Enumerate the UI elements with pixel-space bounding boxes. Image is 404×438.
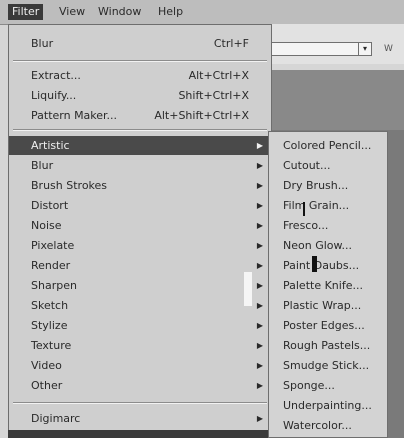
menu-item-video[interactable]: Video ▶ xyxy=(9,356,271,375)
menu-item-render[interactable]: Render ▶ xyxy=(9,256,271,275)
submenu-arrow-icon: ▶ xyxy=(256,241,263,250)
menu-item-label: Pixelate xyxy=(31,239,75,252)
menu-item-distort[interactable]: Distort ▶ xyxy=(9,196,271,215)
submenu-arrow-icon: ▶ xyxy=(256,181,263,190)
text-cursor-icon xyxy=(303,202,305,216)
menu-item-label: Texture xyxy=(31,339,72,352)
menu-item-shortcut: Ctrl+F xyxy=(213,37,249,50)
menu-item-label: Other xyxy=(31,379,63,392)
menu-item-noise[interactable]: Noise ▶ xyxy=(9,216,271,235)
menu-item-blur[interactable]: Blur ▶ xyxy=(9,156,271,175)
menu-item-sketch[interactable]: Sketch ▶ xyxy=(9,296,271,315)
menu-item-liquify[interactable]: Liquify... Shift+Ctrl+X xyxy=(9,86,271,105)
chevron-down-icon[interactable]: ▾ xyxy=(358,43,371,55)
menu-item-label: Artistic xyxy=(31,139,70,152)
menu-item-digimarc[interactable]: Digimarc ▶ xyxy=(9,409,271,428)
submenu-item-palette-knife[interactable]: Palette Knife... xyxy=(283,276,363,296)
submenu-arrow-icon: ▶ xyxy=(256,221,263,230)
submenu-arrow-icon: ▶ xyxy=(256,141,263,150)
menu-item-label: Sketch xyxy=(31,299,69,312)
menu-help[interactable]: Help xyxy=(154,4,187,20)
submenu-item-paint-daubs[interactable]: Paint Daubs... xyxy=(283,256,359,276)
menu-item-shortcut: Alt+Ctrl+X xyxy=(188,69,249,82)
menu-view[interactable]: View xyxy=(55,4,89,20)
options-dropdown[interactable]: ▾ xyxy=(270,42,372,56)
submenu-arrow-icon: ▶ xyxy=(256,321,263,330)
submenu-item-cutout[interactable]: Cutout... xyxy=(283,156,330,176)
submenu-item-rough-pastels[interactable]: Rough Pastels... xyxy=(283,336,370,356)
submenu-item-neon-glow[interactable]: Neon Glow... xyxy=(283,236,352,256)
options-label: W xyxy=(384,44,393,54)
submenu-item-fresco[interactable]: Fresco... xyxy=(283,216,328,236)
menu-item-last-filter[interactable]: Blur Ctrl+F xyxy=(9,34,271,53)
menu-separator xyxy=(13,60,267,62)
menu-item-artistic[interactable]: Artistic ▶ xyxy=(9,136,271,155)
submenu-arrow-icon: ▶ xyxy=(256,301,263,310)
menu-item-sharpen[interactable]: Sharpen ▶ xyxy=(9,276,271,295)
mouse-cursor-icon xyxy=(312,256,317,272)
scan-glare xyxy=(244,272,252,306)
menu-item-brush-strokes[interactable]: Brush Strokes ▶ xyxy=(9,176,271,195)
submenu-arrow-icon: ▶ xyxy=(256,281,263,290)
submenu-arrow-icon: ▶ xyxy=(256,361,263,370)
menu-item-shortcut: Shift+Ctrl+X xyxy=(178,89,249,102)
submenu-item-dry-brush[interactable]: Dry Brush... xyxy=(283,176,348,196)
submenu-arrow-icon: ▶ xyxy=(256,261,263,270)
submenu-arrow-icon: ▶ xyxy=(256,414,263,423)
menu-item-label: Brush Strokes xyxy=(31,179,108,192)
menu-item-pixelate[interactable]: Pixelate ▶ xyxy=(9,236,271,255)
menu-item-label: Distort xyxy=(31,199,69,212)
submenu-item-watercolor[interactable]: Watercolor... xyxy=(283,416,352,436)
submenu-item-poster-edges[interactable]: Poster Edges... xyxy=(283,316,365,336)
menu-window[interactable]: Window xyxy=(94,4,145,20)
menu-item-texture[interactable]: Texture ▶ xyxy=(9,336,271,355)
menu-item-label: Extract... xyxy=(31,69,81,82)
submenu-item-underpainting[interactable]: Underpainting... xyxy=(283,396,372,416)
menu-item-shortcut: Alt+Shift+Ctrl+X xyxy=(154,109,249,122)
menu-item-label: Digimarc xyxy=(31,412,81,425)
menu-item-label: Liquify... xyxy=(31,89,77,102)
submenu-item-colored-pencil[interactable]: Colored Pencil... xyxy=(283,136,371,156)
artistic-submenu: Colored Pencil... Cutout... Dry Brush...… xyxy=(268,131,388,438)
submenu-arrow-icon: ▶ xyxy=(256,161,263,170)
menu-item-label: Blur xyxy=(31,159,54,172)
menu-item-label: Stylize xyxy=(31,319,68,332)
menu-separator xyxy=(13,129,267,131)
submenu-item-film-grain[interactable]: Film Grain... xyxy=(283,196,349,216)
canvas-top-area xyxy=(268,70,404,130)
submenu-arrow-icon: ▶ xyxy=(256,341,263,350)
menu-item-label: Noise xyxy=(31,219,62,232)
submenu-item-sponge[interactable]: Sponge... xyxy=(283,376,335,396)
menu-item-label: Video xyxy=(31,359,62,372)
menu-bar: Filter View Window Help xyxy=(0,0,404,25)
submenu-item-smudge-stick[interactable]: Smudge Stick... xyxy=(283,356,369,376)
menu-item-label: Render xyxy=(31,259,71,272)
submenu-arrow-icon: ▶ xyxy=(256,201,263,210)
submenu-item-plastic-wrap[interactable]: Plastic Wrap... xyxy=(283,296,361,316)
menu-item-other[interactable]: Other ▶ xyxy=(9,376,271,395)
menu-bottom-edge xyxy=(8,430,272,438)
menu-item-pattern-maker[interactable]: Pattern Maker... Alt+Shift+Ctrl+X xyxy=(9,106,271,125)
menu-separator xyxy=(13,402,267,404)
menu-item-stylize[interactable]: Stylize ▶ xyxy=(9,316,271,335)
menu-item-label: Pattern Maker... xyxy=(31,109,118,122)
filter-menu: Blur Ctrl+F Extract... Alt+Ctrl+X Liquif… xyxy=(8,24,272,438)
menu-item-extract[interactable]: Extract... Alt+Ctrl+X xyxy=(9,66,271,85)
menu-item-label: Blur xyxy=(31,37,54,50)
menu-filter[interactable]: Filter xyxy=(8,4,44,20)
menu-item-label: Sharpen xyxy=(31,279,77,292)
submenu-arrow-icon: ▶ xyxy=(256,381,263,390)
